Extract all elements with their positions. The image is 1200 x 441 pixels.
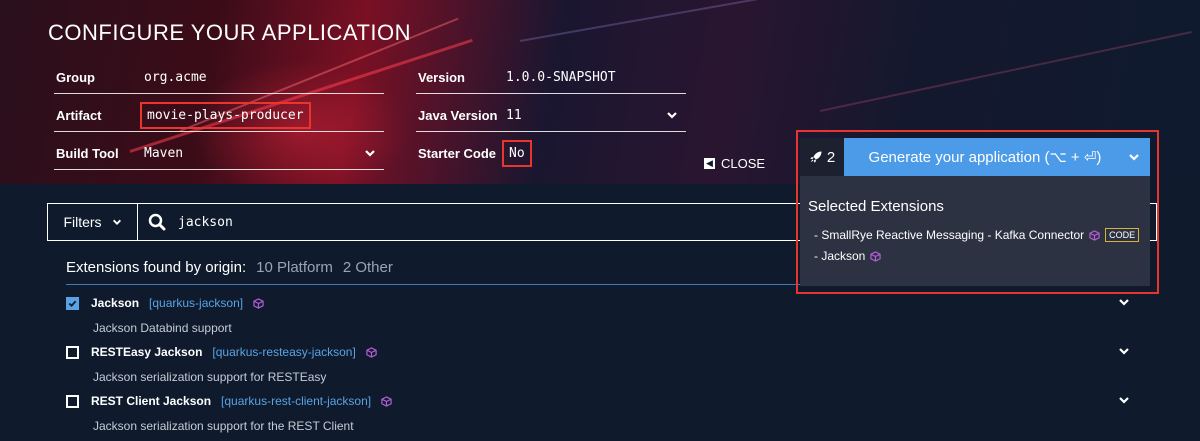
extension-name[interactable]: REST Client Jackson (91, 394, 211, 408)
group-value[interactable]: org.acme (144, 70, 207, 85)
extension-name[interactable]: Jackson (91, 296, 139, 310)
chevron-down-icon[interactable] (1118, 296, 1130, 308)
search-icon (148, 213, 166, 231)
list-item: Jackson [quarkus-jackson] Jackson Databi… (66, 294, 1146, 335)
artifact-value[interactable]: movie-plays-producer (140, 102, 311, 129)
extension-checkbox[interactable] (66, 296, 79, 310)
selected-extensions-title: Selected Extensions (808, 198, 944, 215)
selected-extension-label: - Jackson (814, 249, 866, 263)
page-title: CONFIGURE YOUR APPLICATION (48, 20, 412, 45)
close-label: CLOSE (721, 156, 766, 171)
version-label: Version (418, 70, 465, 85)
platform-cube-icon (253, 297, 264, 309)
extension-description: Jackson Databind support (93, 321, 232, 335)
list-item: RESTEasy Jackson [quarkus-resteasy-jacks… (66, 343, 1146, 384)
extension-id: [quarkus-jackson] (149, 296, 244, 310)
filters-label: Filters (63, 214, 102, 230)
extension-description: Jackson serialization support for RESTEa… (93, 370, 327, 384)
java-version-value[interactable]: 11 (506, 108, 522, 123)
close-button[interactable]: ◀ CLOSE (704, 156, 765, 171)
artifact-label: Artifact (56, 108, 102, 123)
version-field[interactable]: Version 1.0.0-SNAPSHOT (416, 62, 686, 94)
list-item: REST Client Jackson [quarkus-rest-client… (66, 392, 1146, 433)
extension-checkbox[interactable] (66, 394, 79, 408)
build-tool-value[interactable]: Maven (144, 146, 183, 161)
java-version-label: Java Version (418, 108, 498, 123)
platform-cube-icon (381, 395, 392, 407)
artifact-field[interactable]: Artifact movie-plays-producer (54, 100, 384, 132)
build-tool-select[interactable]: Build Tool Maven (54, 138, 384, 170)
starter-code-value[interactable]: No (502, 140, 532, 167)
selected-extension-label: - SmallRye Reactive Messaging - Kafka Co… (814, 228, 1085, 242)
chevron-down-icon[interactable] (1118, 394, 1130, 406)
extension-id: [quarkus-resteasy-jackson] (212, 345, 356, 359)
starter-code-field[interactable]: Starter Code No (416, 138, 686, 170)
build-tool-label: Build Tool (56, 146, 119, 161)
search-input[interactable] (178, 214, 578, 230)
selected-extension-item: - SmallRye Reactive Messaging - Kafka Co… (814, 228, 1140, 242)
extension-id: [quarkus-rest-client-jackson] (221, 394, 372, 408)
chevron-down-icon (112, 219, 121, 225)
chevron-down-icon[interactable] (1118, 345, 1130, 357)
extension-description: Jackson serialization support for the RE… (93, 419, 354, 433)
code-tag: CODE (1105, 228, 1140, 242)
platform-cube-icon (870, 250, 882, 262)
extension-name[interactable]: RESTEasy Jackson (91, 345, 202, 359)
platform-count-tab[interactable]: 10 Platform (256, 259, 333, 276)
group-label: Group (56, 70, 95, 85)
extensions-header-title: Extensions found by origin: (66, 259, 247, 276)
version-value[interactable]: 1.0.0-SNAPSHOT (506, 70, 616, 85)
java-version-select[interactable]: Java Version 11 (416, 100, 686, 132)
starter-code-label: Starter Code (418, 146, 497, 161)
chevron-down-icon[interactable] (666, 109, 678, 121)
group-field[interactable]: Group org.acme (54, 62, 384, 94)
extension-checkbox[interactable] (66, 345, 79, 359)
selected-extension-item: - Jackson (814, 249, 882, 263)
platform-cube-icon (366, 346, 377, 358)
hero-streak (819, 31, 1192, 112)
filters-dropdown[interactable]: Filters (48, 204, 138, 240)
other-count-tab[interactable]: 2 Other (343, 259, 393, 276)
platform-cube-icon (1089, 229, 1100, 241)
hero-streak (519, 0, 895, 42)
check-icon (68, 300, 77, 307)
close-icon: ◀ (704, 158, 715, 169)
chevron-down-icon[interactable] (364, 147, 376, 159)
